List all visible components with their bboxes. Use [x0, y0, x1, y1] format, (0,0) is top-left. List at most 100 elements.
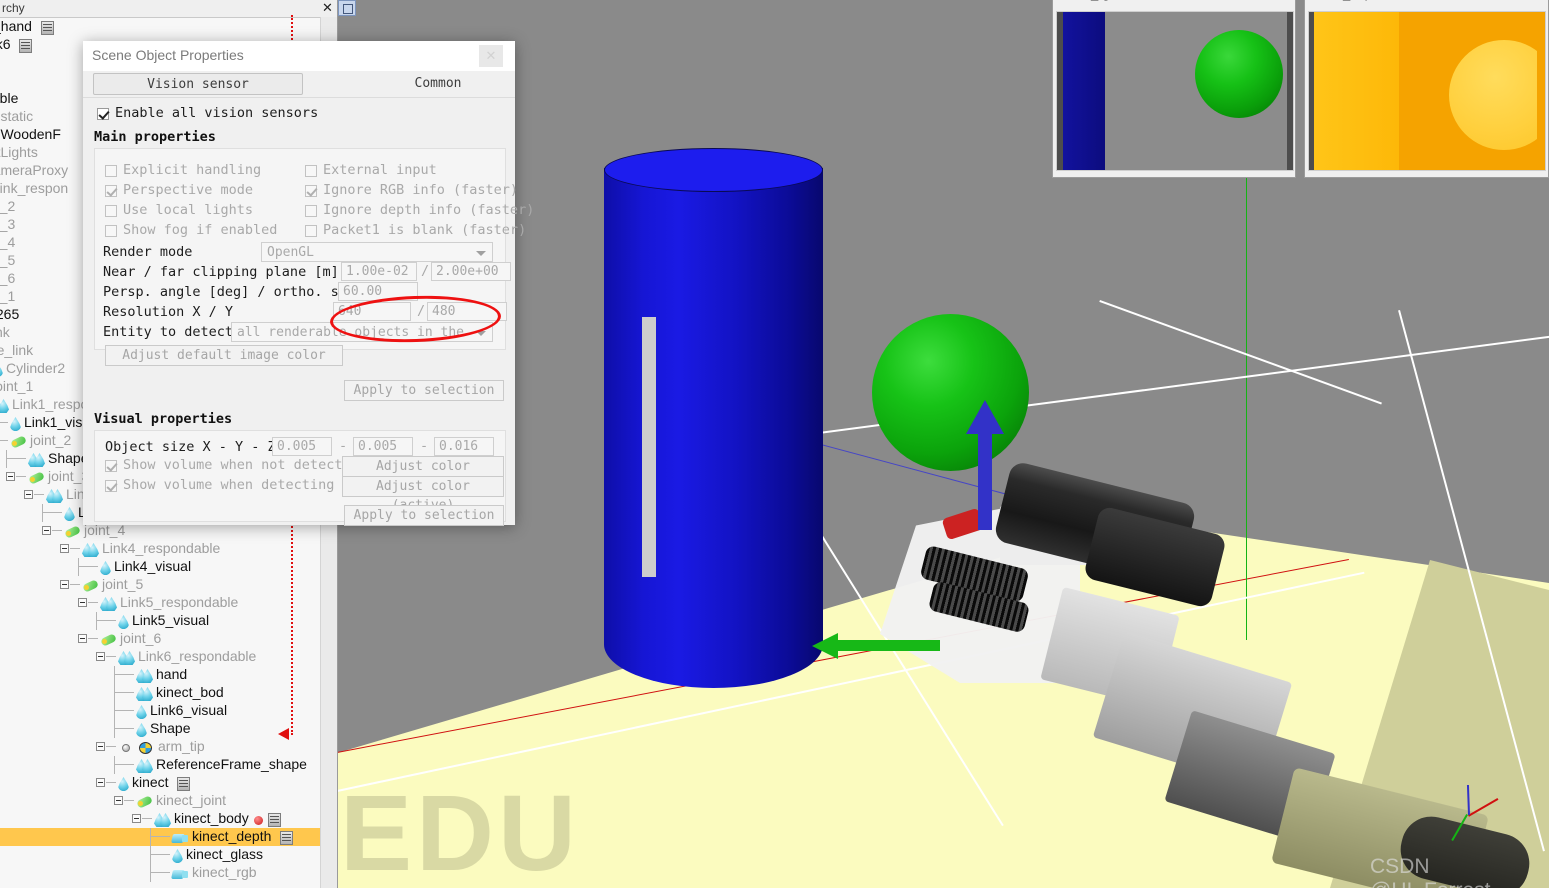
packet1-blank-checkbox[interactable]	[305, 225, 317, 237]
tree-connector	[106, 746, 116, 747]
camera-window-title: kinect_rgb	[1057, 0, 1117, 1]
tree-item[interactable]: Link5_respondable	[0, 594, 320, 612]
collapse-toggle-icon[interactable]	[96, 742, 105, 751]
tree-item[interactable]: kinect_bod	[0, 684, 320, 702]
adjust-color-active-button[interactable]: Adjust color (active)	[342, 476, 504, 513]
object-size-z-input[interactable]: 0.016	[434, 437, 494, 456]
enable-all-vision-sensors-checkbox[interactable]	[97, 108, 109, 120]
tree-item[interactable]: kinect	[0, 774, 320, 792]
use-local-lights-checkbox[interactable]	[105, 205, 117, 217]
tab-vision-sensor[interactable]: Vision sensor	[93, 73, 303, 95]
camera-window-kinect-rgb[interactable]: kinect_rgb ✕	[1052, 0, 1296, 178]
camera-window-kinect-depth[interactable]: kinect_depth ✕	[1304, 0, 1549, 178]
collapse-toggle-icon[interactable]	[60, 544, 69, 553]
show-fog-checkbox[interactable]	[105, 225, 117, 237]
apply-to-selection-button-main[interactable]: Apply to selection	[344, 380, 504, 401]
tree-item-label: Link4_visual	[114, 558, 192, 574]
tree-item[interactable]: _hand	[0, 18, 320, 36]
collapse-toggle-icon[interactable]	[96, 778, 105, 787]
tree-item-content: ablestatic	[0, 108, 33, 126]
tree-item-content: ZCameraProxy	[0, 162, 68, 180]
ignore-depth-info-checkbox[interactable]	[305, 205, 317, 217]
collapse-toggle-icon[interactable]	[132, 814, 141, 823]
collapse-toggle-icon[interactable]	[6, 472, 15, 481]
near-clipping-input[interactable]: 1.00e-02	[341, 262, 417, 281]
explicit-handling-checkbox[interactable]	[105, 165, 117, 177]
maximize-icon[interactable]	[338, 0, 356, 16]
persp-angle-input[interactable]: 60.00	[338, 282, 418, 301]
tree-item-content: kinect_glass	[172, 846, 263, 864]
object-size-y-input[interactable]: 0.005	[353, 437, 413, 456]
tree-item[interactable]: kinect_body	[0, 810, 320, 828]
tree-item[interactable]: Link4_respondable	[0, 540, 320, 558]
render-mode-label: Render mode	[103, 244, 193, 260]
object-toggle-dot-icon[interactable]	[118, 741, 135, 755]
close-icon[interactable]: ✕	[1280, 0, 1291, 2]
collapse-toggle-icon[interactable]	[78, 634, 87, 643]
green-sphere-object[interactable]	[872, 314, 1029, 471]
collapse-toggle-icon[interactable]	[114, 796, 123, 805]
entity-to-detect-select[interactable]: all renderable objects in the scene	[231, 322, 493, 359]
tree-item-selected[interactable]: kinect_depth	[0, 828, 320, 846]
tree-item-content: joint_2	[10, 432, 71, 450]
tree-item[interactable]: ReferenceFrame_shape	[0, 756, 320, 774]
shape2-icon	[136, 669, 153, 683]
tree-connector-vertical	[114, 702, 115, 720]
tree-item[interactable]: arm_tip	[0, 738, 320, 756]
tree-item-label: kinect_rgb	[192, 864, 257, 880]
tab-common[interactable]: Common	[383, 73, 493, 95]
script-icon[interactable]	[40, 21, 56, 35]
show-volume-not-detecting-checkbox[interactable]	[105, 460, 117, 472]
far-clipping-input[interactable]: 2.00e+00	[431, 262, 511, 281]
tree-item-content: hand	[136, 666, 187, 684]
tree-item-label: se_link_respon	[0, 180, 69, 196]
render-mode-select[interactable]: OpenGL	[261, 242, 493, 262]
tree-item[interactable]: kinect_rgb	[0, 864, 320, 882]
apply-to-selection-button-visual[interactable]: Apply to selection	[344, 505, 504, 526]
ignore-rgb-info-checkbox[interactable]	[305, 185, 317, 197]
tree-item[interactable]: Link4_visual	[0, 558, 320, 576]
collapse-toggle-icon[interactable]	[96, 652, 105, 661]
adjust-color-passive-button[interactable]: Adjust color (passive)	[342, 456, 504, 493]
script-icon[interactable]	[267, 813, 283, 827]
blue-cylinder-object[interactable]	[604, 168, 823, 688]
script-icon[interactable]	[176, 777, 192, 791]
scene-object-properties-dialog[interactable]: Scene Object Properties ✕ Vision sensor …	[83, 41, 534, 526]
script-icon[interactable]	[18, 39, 34, 53]
tree-item-content: arm_tip	[118, 738, 205, 756]
tree-item-label: hand	[156, 666, 188, 682]
collapse-toggle-icon[interactable]	[24, 490, 33, 499]
tree-item[interactable]: kinect_glass	[0, 846, 320, 864]
tree-item-label: kinect	[132, 774, 169, 790]
tree-item[interactable]: joint_6	[0, 630, 320, 648]
collapse-toggle-icon[interactable]	[42, 526, 51, 535]
object-size-x-input[interactable]: 0.005	[272, 437, 332, 456]
tree-item-content: tictable	[0, 90, 18, 108]
tree-connector-vertical	[114, 666, 115, 684]
show-volume-detecting-checkbox[interactable]	[105, 480, 117, 492]
collapse-toggle-icon[interactable]	[78, 598, 87, 607]
script-icon[interactable]	[279, 831, 295, 845]
explicit-handling-label: Explicit handling	[123, 162, 262, 178]
tree-item[interactable]: Link6_respondable	[0, 648, 320, 666]
tree-item[interactable]: hand	[0, 666, 320, 684]
tree-item-content: Link5_visual	[118, 612, 209, 630]
tree-item-label: tictable	[0, 90, 19, 106]
hierarchy-scrollbar-thumb[interactable]	[642, 317, 656, 577]
tree-item[interactable]: Link5_visual	[0, 612, 320, 630]
adjust-default-image-color-button[interactable]: Adjust default image color	[105, 345, 343, 366]
resolution-y-input[interactable]: 480	[427, 302, 507, 321]
joint-icon	[64, 525, 81, 539]
resolution-x-input[interactable]: 640	[333, 302, 411, 321]
tree-item[interactable]: Link6_visual	[0, 702, 320, 720]
close-icon[interactable]: ✕	[1533, 0, 1544, 2]
close-icon[interactable]: ✕	[479, 45, 503, 67]
perspective-mode-checkbox[interactable]	[105, 185, 117, 197]
tree-connector	[142, 818, 152, 819]
tree-item[interactable]: kinect_joint	[0, 792, 320, 810]
collapse-toggle-icon[interactable]	[60, 580, 69, 589]
tree-item[interactable]: Shape	[0, 720, 320, 738]
close-icon[interactable]: ✕	[318, 0, 337, 16]
external-input-checkbox[interactable]	[305, 165, 317, 177]
tree-item[interactable]: joint_5	[0, 576, 320, 594]
